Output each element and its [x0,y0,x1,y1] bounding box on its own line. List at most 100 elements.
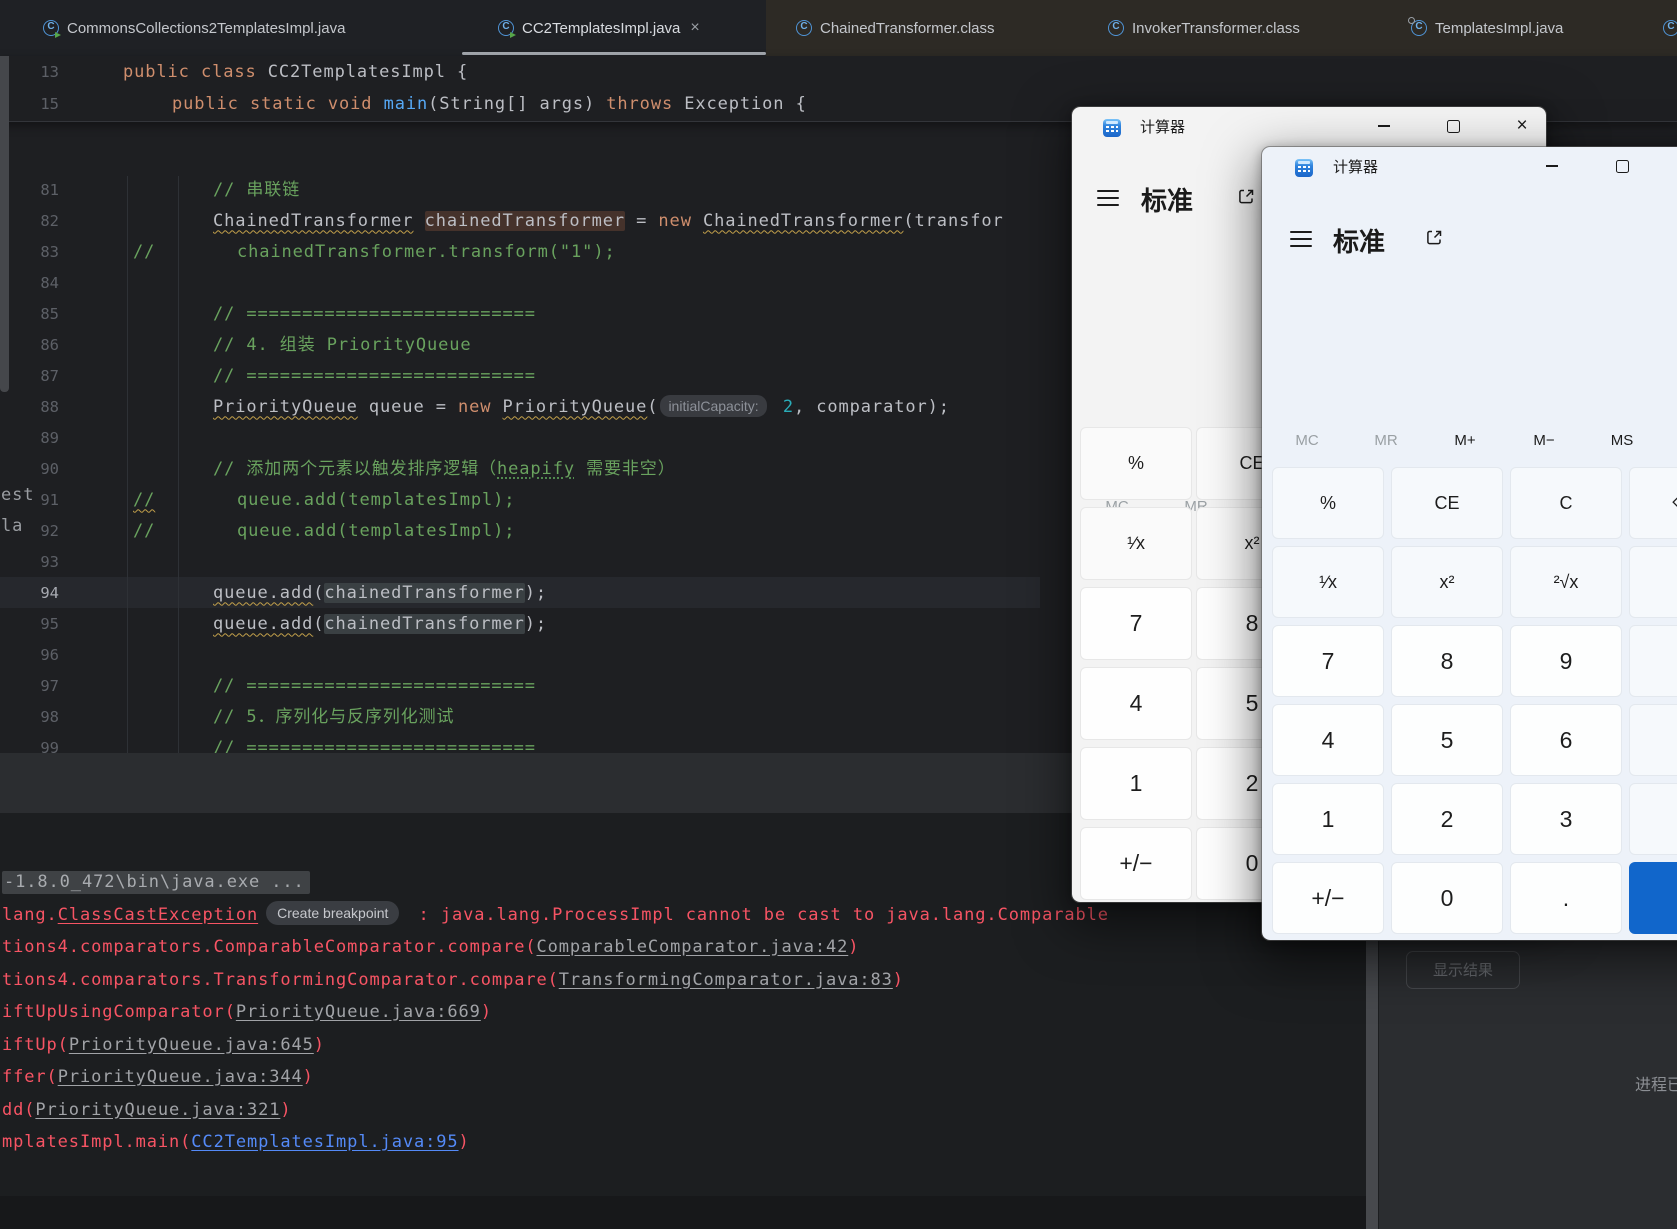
console-text: mplatesImpl.main( [2,1132,191,1152]
code-token: Exception { [673,94,807,114]
console-text: ) [280,1100,291,1120]
calc-button-4[interactable]: 4 [1080,667,1192,740]
parameter-hint: initialCapacity: [660,395,766,417]
code-token: (transfor [903,211,1003,231]
memory-button-MR[interactable]: MR [1374,432,1397,449]
calc-button-6[interactable]: 6 [1510,704,1622,776]
maximize-button[interactable] [1430,109,1476,143]
line-number: 89 [0,423,59,454]
code-line: 13public class CC2TemplatesImpl { [0,57,1677,88]
code-text: // ========================== [213,361,536,392]
show-result-button[interactable]: 显示结果 [1406,951,1520,989]
menu-icon[interactable] [1097,190,1119,206]
calc-button-7[interactable]: 7 [1272,625,1384,697]
code-token: queue.add(templatesImpl); [237,521,515,541]
calc-button-×[interactable]: × [1629,625,1677,697]
code-text: // 串联链 [213,175,300,206]
calculator-app-icon [1295,159,1313,177]
code-token: // ========================== [213,366,536,386]
stack-frame-link[interactable]: PriorityQueue.java:344 [58,1067,303,1087]
calc-button-−[interactable]: − [1629,704,1677,776]
minimize-button[interactable] [1529,149,1575,183]
code-token: // 串联链 [213,180,300,200]
calc-button-+/−[interactable]: +/− [1272,862,1384,934]
comment-marker: // [133,237,155,268]
calc-button-x²[interactable]: x² [1391,546,1503,618]
minimize-button[interactable] [1361,109,1407,143]
calc-button-C[interactable]: C [1510,467,1622,539]
stack-frame-link[interactable]: PriorityQueue.java:669 [236,1002,481,1022]
calc-button-8[interactable]: 8 [1391,625,1503,697]
code-token: PriorityQueue [213,397,358,417]
code-text: // 4. 组装 PriorityQueue [213,330,472,361]
menu-icon[interactable] [1290,231,1312,247]
calculator-window-front[interactable]: 计算器标准 MC MR M+ M− MS%CEC⌫ ¹∕xx²²√x÷ 789× 456− 123… [1262,147,1677,940]
calc-button-1[interactable]: 1 [1272,783,1384,855]
code-token: ( [313,614,324,634]
calc-button-3[interactable]: 3 [1510,783,1622,855]
calc-button-+[interactable]: + [1629,783,1677,855]
code-token: // ========================== [213,676,536,696]
calculator-titlebar[interactable]: 计算器 [1262,147,1677,189]
screen: CCommonsCollections2TemplatesImpl.javaCC… [0,0,1677,1229]
calc-button-÷[interactable]: ÷ [1629,546,1677,618]
console-line: mplatesImpl.main(CC2TemplatesImpl.java:9… [2,1127,470,1158]
code-token: 需要非空） [575,459,676,479]
code-token [413,211,424,231]
memory-button-MS[interactable]: MS [1611,432,1634,449]
calc-button-0[interactable]: 0 [1391,862,1503,934]
calc-button-¹∕x[interactable]: ¹∕x [1272,546,1384,618]
console-line: iftUp(PriorityQueue.java:645) [2,1030,325,1061]
code-text: // ========================== [213,299,536,330]
calc-button-CE[interactable]: CE [1391,467,1503,539]
console-text: ) [848,937,859,957]
calc-button-2[interactable]: 2 [1391,783,1503,855]
stack-frame-link[interactable]: PriorityQueue.java:321 [35,1100,280,1120]
code-token: ( [647,397,658,417]
clipped-panel-text: est [1,485,34,505]
console-text: iftUp( [2,1035,69,1055]
close-button[interactable]: × [1499,109,1545,143]
mode-label[interactable]: 标准 [1141,181,1193,218]
calc-button-.[interactable]: . [1510,862,1622,934]
code-token: chainedTransformer [324,583,524,603]
mode-label[interactable]: 标准 [1333,222,1385,259]
maximize-button[interactable] [1599,149,1645,183]
process-status-text: 进程已结束 [1635,1071,1677,1095]
calc-button-²√x[interactable]: ²√x [1510,546,1622,618]
left-panel-scrollbar[interactable] [0,56,9,392]
code-token: chainedTransformer [324,614,524,634]
calc-button-1[interactable]: 1 [1080,747,1192,820]
stack-frame-link[interactable]: ComparableComparator.java:42 [536,937,848,957]
code-token: queue.add [213,614,313,634]
keep-on-top-icon[interactable] [1237,187,1256,206]
calc-button-¹∕x[interactable]: ¹∕x [1080,507,1192,580]
calc-button-⌫[interactable]: ⌫ [1629,467,1677,539]
console-text: ) [459,1132,470,1152]
console-line: tions4.comparators.TransformingComparato… [2,965,904,996]
calc-button-9[interactable]: 9 [1510,625,1622,697]
console-line: dd(PriorityQueue.java:321) [2,1095,292,1126]
calc-button-%[interactable]: % [1272,467,1384,539]
line-number: 99 [0,733,59,754]
console-text: ClassCastException [58,905,258,925]
calc-button-5[interactable]: 5 [1391,704,1503,776]
memory-button-MC[interactable]: MC [1295,432,1318,449]
create-breakpoint-button[interactable]: Create breakpoint [266,901,399,925]
code-text: public static void main(String[] args) t… [172,89,807,120]
line-number: 93 [0,547,59,578]
calc-button-7[interactable]: 7 [1080,587,1192,660]
calc-button-=[interactable]: = [1629,862,1677,934]
stack-frame-link[interactable]: CC2TemplatesImpl.java:95 [191,1132,458,1152]
calc-button-%[interactable]: % [1080,427,1192,500]
memory-button-M+[interactable]: M+ [1454,432,1475,449]
calculator-titlebar[interactable]: 计算器× [1072,107,1546,149]
code-token: , comparator); [794,397,950,417]
console-scrollbar[interactable] [1366,941,1378,1229]
stack-frame-link[interactable]: PriorityQueue.java:645 [69,1035,314,1055]
memory-button-M−[interactable]: M− [1533,432,1554,449]
stack-frame-link[interactable]: TransformingComparator.java:83 [559,970,893,990]
keep-on-top-icon[interactable] [1425,228,1444,247]
calc-button-+/−[interactable]: +/− [1080,827,1192,900]
calc-button-4[interactable]: 4 [1272,704,1384,776]
